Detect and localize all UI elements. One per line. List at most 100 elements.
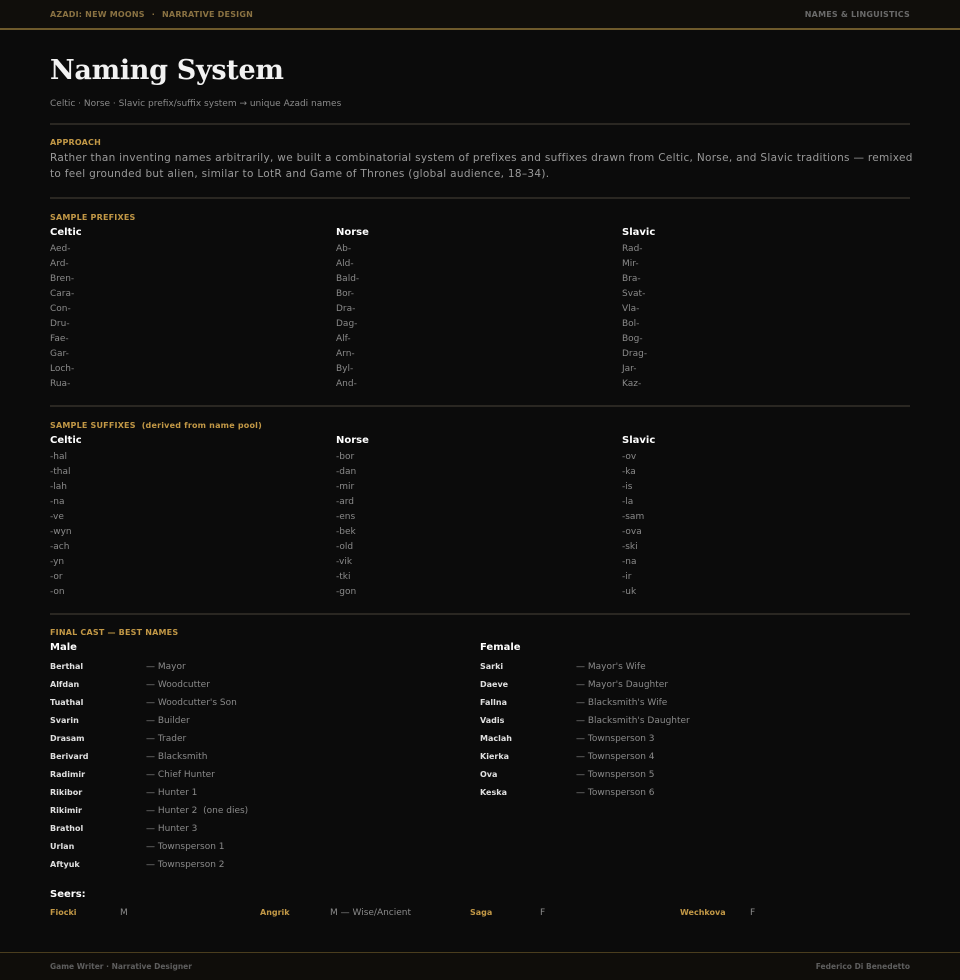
character-role: — Builder [146,716,190,726]
page-title: Naming System [50,55,284,86]
character-role: — Townsperson 2 [146,860,225,870]
column-heading: Slavic [622,435,656,446]
seer-name: Fiocki [50,908,77,917]
list-item: Dag- [336,319,358,329]
list-item: -vik [336,557,353,567]
list-item: -na [50,497,65,507]
cast-row: Vadis — Blacksmith's Daughter [480,712,910,730]
list-item: -ski [622,542,638,552]
character-name: Kierka [480,752,510,761]
seer-role: M — Wise/Ancient [330,908,412,918]
character-name: Brathol [50,824,84,833]
column-heading: Norse [336,227,369,238]
suffixes-label-note: (derived from name pool) [141,421,262,430]
character-name: Ova [480,770,498,779]
character-role: — Chief Hunter [146,770,215,780]
topic-label: NAMES & LINGUISTICS [804,9,910,19]
cast-row: Alfdan — Woodcutter [50,676,480,694]
male-cast-column: Male Berthal — Mayor Alfdan — Woodcutter T… [50,641,480,874]
seers-heading: Seers: [50,889,86,900]
cast-row: Drasam — Trader [50,730,480,748]
list-item: Ab- [336,244,352,254]
list-item: -yn [50,557,65,567]
list-item: Fae- [50,334,69,344]
list-item: Ard- [50,259,69,269]
list-item: Con- [50,304,71,314]
character-name: Aftyuk [50,860,80,869]
list-item: Bol- [622,319,640,329]
seer-item: Angrik M — Wise/Ancient [260,906,470,920]
character-name: Rikibor [50,788,83,797]
list-item: Bren- [50,274,75,284]
breadcrumb: AZADI: NEW MOONS · NARRATIVE DESIGN [50,10,253,19]
character-role: — Townsperson 6 [576,788,655,798]
list-item: Dra- [336,304,356,314]
list-item: -lah [50,482,67,492]
list-item: Rad- [622,244,643,254]
seers-list: Fiocki M Angrik M — Wise/Ancient Saga F Wec… [50,906,910,920]
list-item: Ald- [336,259,354,269]
suffix-column-norse: Norse -bor -dan -mir -ard -ens -bek -old… [336,434,622,600]
list-item: Alf- [336,334,351,344]
character-name: Daeve [480,680,509,689]
character-role: — Blacksmith's Wife [576,698,668,708]
list-item: -tki [336,572,351,582]
list-item: -is [622,482,633,492]
character-name: Keska [480,788,507,797]
list-item: -ir [622,572,632,582]
character-role: — Trader [146,734,187,744]
suffix-column-celtic: Celtic -hal -thal -lah -na -ve -wyn -ach… [50,434,336,600]
cast-row: Ova — Townsperson 5 [480,766,910,784]
character-role: — Mayor [146,662,186,672]
top-bar: AZADI: NEW MOONS · NARRATIVE DESIGN NAME… [0,0,960,30]
character-role: — Hunter 3 [146,824,198,834]
character-role: — Mayor's Wife [576,662,646,672]
prefix-column-celtic: Celtic Aed- Ard- Bren- Cara- Con- Dru- F… [50,226,336,392]
column-heading: Norse [336,435,369,446]
cast-row: Daeve — Mayor's Daughter [480,676,910,694]
character-name: Berthal [50,662,84,671]
main-content: Naming System Celtic · Norse · Slavic pr… [0,54,960,920]
seer-name: Saga [470,908,493,917]
character-name: Urlan [50,842,75,851]
character-name: Sarki [480,662,504,671]
list-item: -wyn [50,527,72,537]
character-role: — Hunter 2 (one dies) [146,806,249,816]
list-item: Arn- [336,349,355,359]
cast-row: Svarin — Builder [50,712,480,730]
suffix-column-slavic: Slavic -ov -ka -is -la -sam -ova -ski -n… [622,434,908,600]
character-name: Berivard [50,752,89,761]
divider [50,197,910,199]
list-item: Svat- [622,289,646,299]
prefixes-label: SAMPLE PREFIXES [50,213,136,222]
character-name: Tuathal [50,698,84,707]
cast-row: Sarki — Mayor's Wife [480,658,910,676]
seer-name: Angrik [260,908,290,917]
cast-row: Tuathal — Woodcutter's Son [50,694,480,712]
list-item: Byl- [336,364,354,374]
character-role: — Mayor's Daughter [576,680,669,690]
list-item: -thal [50,467,71,477]
list-item: Rua- [50,379,71,389]
list-item: -la [622,497,634,507]
list-item: -na [622,557,637,567]
final-cast-label: FINAL CAST — BEST NAMES [50,628,179,637]
list-item: Cara- [50,289,75,299]
character-role: — Hunter 1 [146,788,198,798]
list-item: Drag- [622,349,648,359]
list-item: -gon [336,587,357,597]
cast-row: Kierka — Townsperson 4 [480,748,910,766]
list-item: -ard [336,497,355,507]
character-name: Drasam [50,734,85,743]
character-name: Rikimir [50,806,82,815]
list-item: -ach [50,542,70,552]
section-label: NARRATIVE DESIGN [162,9,253,19]
list-item: -ka [622,467,636,477]
list-item: Loch- [50,364,75,374]
column-heading: Female [480,642,521,653]
list-item: -bek [336,527,356,537]
character-role: — Townsperson 4 [576,752,655,762]
cast-row: Berthal — Mayor [50,658,480,676]
seer-item: Saga F [470,906,680,920]
character-role: — Townsperson 5 [576,770,655,780]
